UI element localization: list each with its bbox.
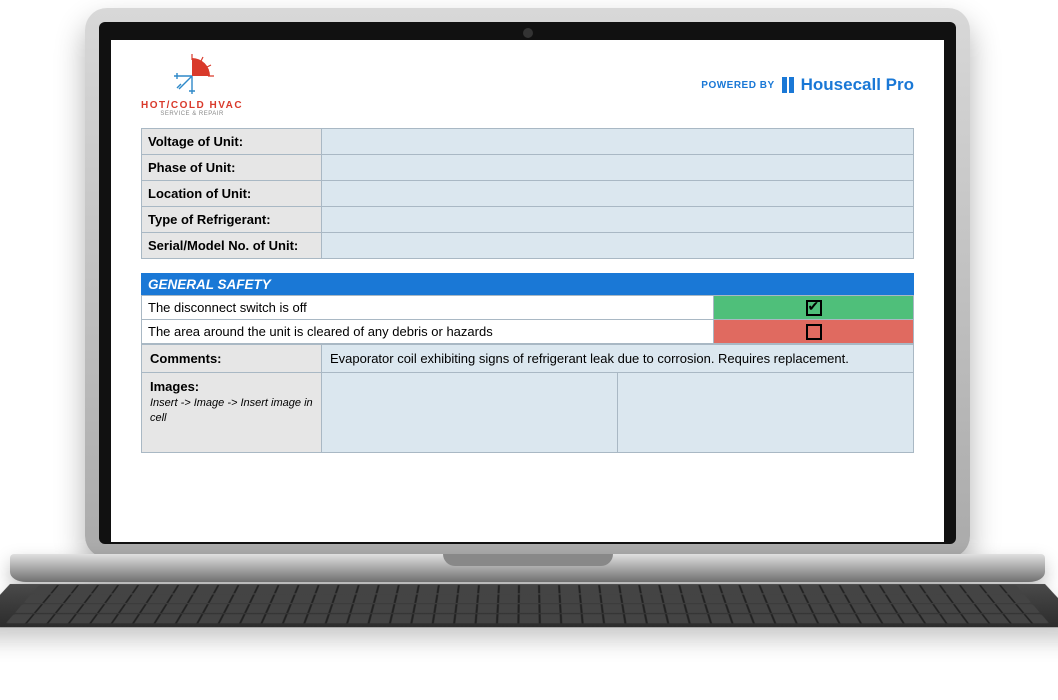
info-value[interactable] [322, 233, 914, 259]
housecall-icon [781, 77, 795, 93]
comments-label: Comments: [142, 345, 322, 373]
checklist-row: The area around the unit is cleared of a… [142, 320, 914, 344]
comments-value[interactable]: Evaporator coil exhibiting signs of refr… [322, 345, 914, 373]
checkbox-checked-icon [806, 300, 822, 316]
company-tagline: SERVICE & REPAIR [160, 111, 223, 117]
unit-info-table: Voltage of Unit: Phase of Unit: Location… [141, 128, 914, 259]
camera-dot [523, 28, 533, 38]
sun-snowflake-icon [170, 54, 214, 98]
images-row: Images: Insert -> Image -> Insert image … [142, 373, 914, 453]
images-label: Images: Insert -> Image -> Insert image … [142, 373, 322, 453]
laptop-frame: HOT/COLD HVAC SERVICE & REPAIR POWERED B… [0, 0, 1058, 700]
powered-by-name: Housecall Pro [801, 75, 914, 95]
checklist-status[interactable] [714, 296, 914, 320]
safety-checklist: The disconnect switch is off The area ar… [141, 295, 914, 344]
screen-bezel-outer: HOT/COLD HVAC SERVICE & REPAIR POWERED B… [85, 8, 970, 558]
info-label: Location of Unit: [142, 181, 322, 207]
laptop-base [10, 554, 1045, 684]
info-label: Phase of Unit: [142, 155, 322, 181]
images-hint: Insert -> Image -> Insert image in cell [150, 397, 313, 424]
info-label: Type of Refrigerant: [142, 207, 322, 233]
comments-images-table: Comments: Evaporator coil exhibiting sig… [141, 344, 914, 453]
powered-by-label: POWERED BY [701, 80, 774, 91]
laptop-hinge [10, 554, 1045, 582]
company-logo: HOT/COLD HVAC SERVICE & REPAIR [141, 54, 243, 117]
info-row: Voltage of Unit: [142, 129, 914, 155]
company-name: HOT/COLD HVAC [141, 100, 243, 111]
trackpad-notch [443, 554, 613, 566]
comments-row: Comments: Evaporator coil exhibiting sig… [142, 345, 914, 373]
powered-by: POWERED BY Housecall Pro [701, 75, 914, 95]
section-header: GENERAL SAFETY [141, 273, 914, 295]
info-row: Type of Refrigerant: [142, 207, 914, 233]
info-row: Serial/Model No. of Unit: [142, 233, 914, 259]
info-value[interactable] [322, 129, 914, 155]
info-row: Location of Unit: [142, 181, 914, 207]
checklist-text: The disconnect switch is off [142, 296, 714, 320]
info-label: Voltage of Unit: [142, 129, 322, 155]
keyboard [0, 584, 1058, 627]
checklist-status[interactable] [714, 320, 914, 344]
checklist-text: The area around the unit is cleared of a… [142, 320, 714, 344]
checklist-row: The disconnect switch is off [142, 296, 914, 320]
info-value[interactable] [322, 207, 914, 233]
info-label: Serial/Model No. of Unit: [142, 233, 322, 259]
info-value[interactable] [322, 155, 914, 181]
info-value[interactable] [322, 181, 914, 207]
document-viewport: HOT/COLD HVAC SERVICE & REPAIR POWERED B… [111, 40, 944, 542]
screen-bezel-inner: HOT/COLD HVAC SERVICE & REPAIR POWERED B… [99, 22, 956, 544]
image-cell[interactable] [617, 373, 913, 453]
info-row: Phase of Unit: [142, 155, 914, 181]
document-header: HOT/COLD HVAC SERVICE & REPAIR POWERED B… [141, 50, 914, 120]
checkbox-unchecked-icon [806, 324, 822, 340]
image-cell[interactable] [322, 373, 618, 453]
